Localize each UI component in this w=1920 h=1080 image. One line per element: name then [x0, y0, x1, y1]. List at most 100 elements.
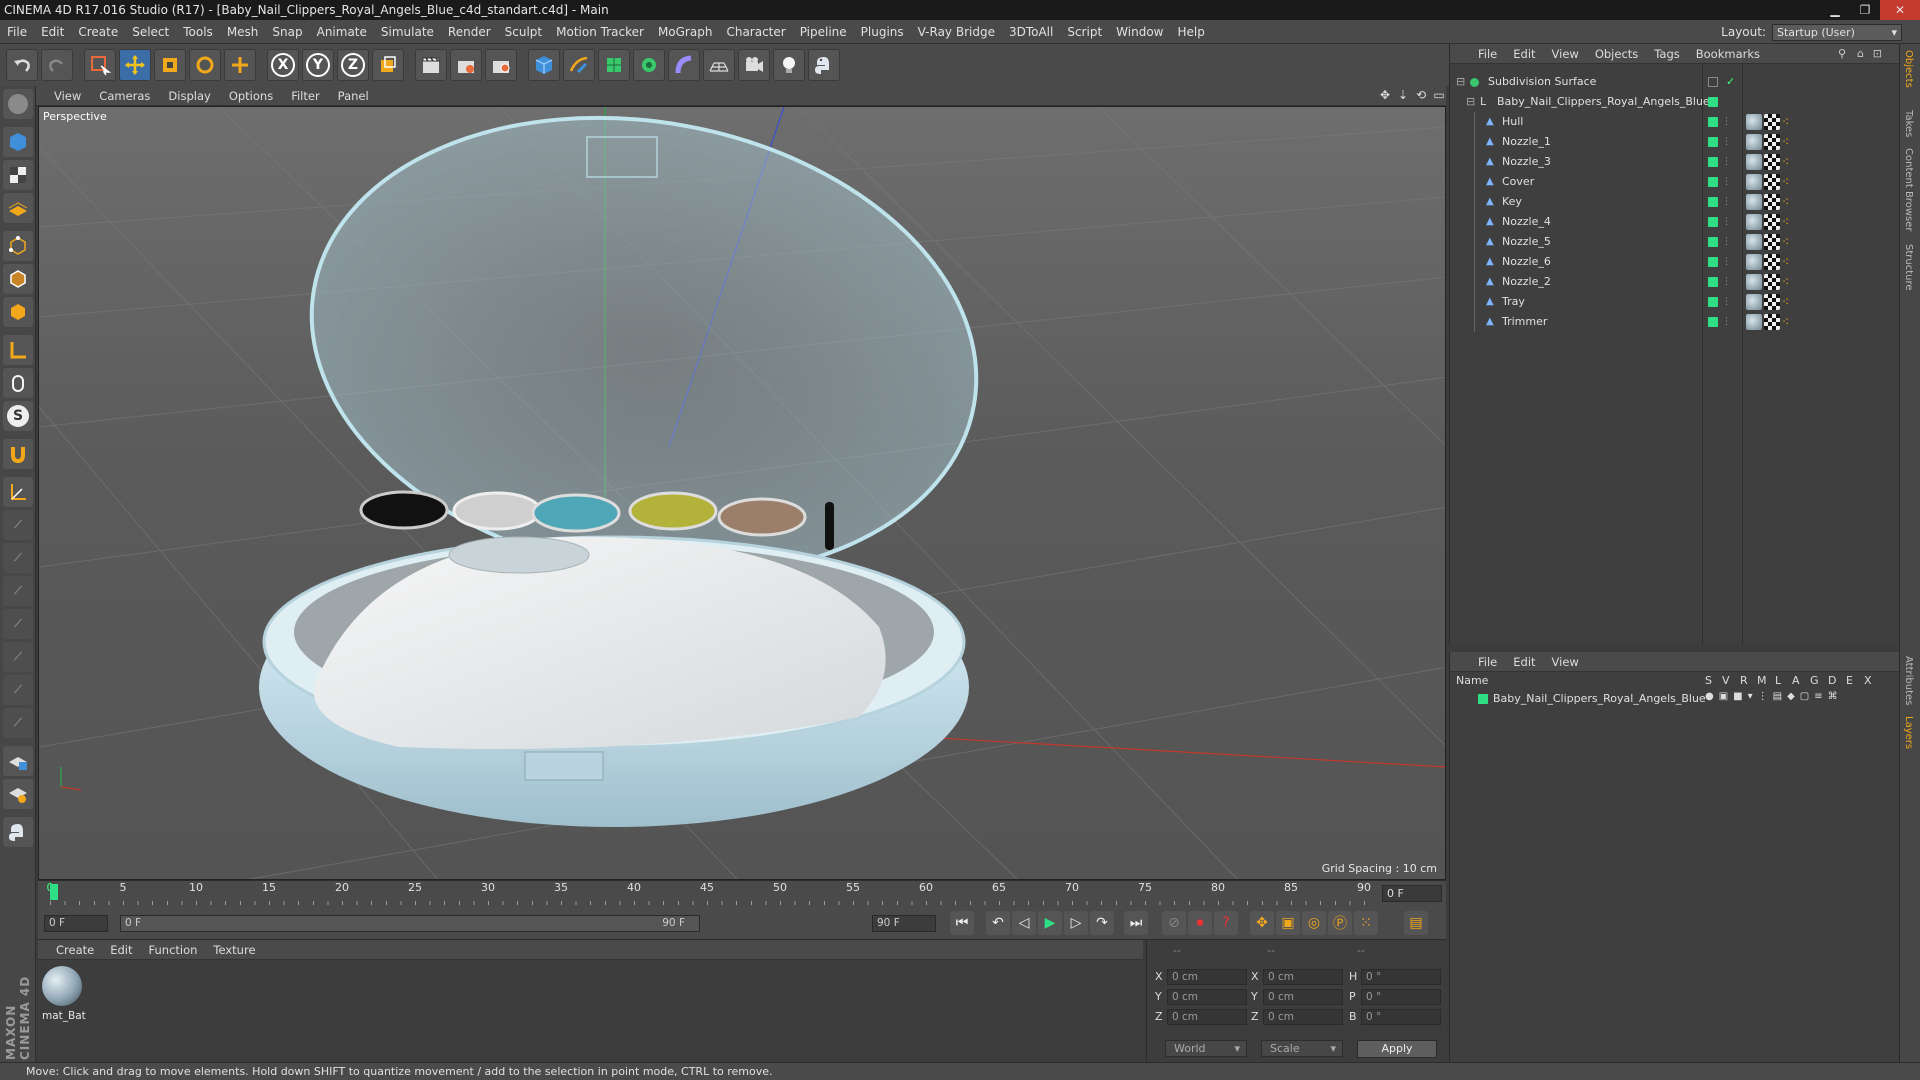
dots-icon[interactable]: ⋮	[1722, 272, 1731, 292]
phong-tag-icon[interactable]: ⁖	[1782, 312, 1789, 332]
floor-button[interactable]	[703, 49, 735, 81]
menu-vray-bridge[interactable]: V-Ray Bridge	[911, 25, 1002, 39]
object-menu-objects[interactable]: Objects	[1587, 47, 1646, 61]
menu-pipeline[interactable]: Pipeline	[793, 25, 854, 39]
material-menu-texture[interactable]: Texture	[205, 943, 263, 957]
axis-lock-button[interactable]	[3, 477, 33, 507]
record-button[interactable]: ⏺	[1188, 911, 1212, 935]
uvw-tag-icon[interactable]	[1764, 274, 1780, 290]
maximize-view-icon[interactable]: ▭	[1432, 88, 1446, 102]
dots-icon[interactable]: ⋮	[1722, 292, 1731, 312]
axis-mode-button[interactable]	[3, 335, 33, 365]
uvw-tag-icon[interactable]	[1764, 174, 1780, 190]
z-axis-button[interactable]: Z	[337, 49, 369, 81]
visibility-square[interactable]	[1708, 97, 1718, 107]
uvw-tag-icon[interactable]	[1764, 114, 1780, 130]
menu-plugins[interactable]: Plugins	[854, 25, 911, 39]
search-icon[interactable]: ⚲	[1838, 47, 1846, 60]
material-menu-function[interactable]: Function	[141, 943, 206, 957]
tab-layers[interactable]: Layers	[1903, 716, 1914, 749]
visibility-square[interactable]	[1708, 177, 1718, 187]
object-row[interactable]: ▲ Nozzle_2 ⋮ ⁖	[1450, 272, 1900, 292]
object-row-subdivision[interactable]: ⊟ Subdivision Surface ✓	[1450, 72, 1900, 92]
phong-tag-icon[interactable]: ⁖	[1782, 232, 1789, 252]
timeline-window-button[interactable]: ▤	[1404, 911, 1428, 935]
workplane-lock-button[interactable]	[3, 779, 33, 809]
visibility-square[interactable]	[1708, 317, 1718, 327]
layer-row[interactable]: Baby_Nail_Clippers_Royal_Angels_Blue ●▣■…	[1450, 690, 1900, 708]
object-row[interactable]: ▲ Nozzle_1 ⋮ ⁖	[1450, 132, 1900, 152]
size-x-field[interactable]: 0 cm	[1263, 969, 1343, 985]
viewport-menu-cameras[interactable]: Cameras	[90, 89, 159, 103]
phong-tag-icon[interactable]: ⁖	[1782, 172, 1789, 192]
menu-render[interactable]: Render	[441, 25, 498, 39]
pos-y-field[interactable]: 0 cm	[1167, 989, 1247, 1005]
tab-objects[interactable]: Objects	[1903, 50, 1914, 88]
magnet-button[interactable]	[3, 439, 33, 469]
layer-flag-icons[interactable]: ●▣■▾⋮▤◆▢≡⌘	[1705, 691, 1843, 702]
recent-tool-button[interactable]	[224, 49, 256, 81]
size-z-field[interactable]: 0 cm	[1263, 1009, 1343, 1025]
y-axis-button[interactable]: Y	[302, 49, 334, 81]
new-window-icon[interactable]: ⊡	[1873, 47, 1882, 60]
object-row[interactable]: ▲ Nozzle_3 ⋮ ⁖	[1450, 152, 1900, 172]
cloner-button[interactable]	[633, 49, 665, 81]
material-tag-icon[interactable]	[1746, 214, 1762, 230]
prev-frame-button[interactable]: ◁	[1012, 911, 1036, 935]
phong-tag-icon[interactable]: ⁖	[1782, 292, 1789, 312]
menu-simulate[interactable]: Simulate	[374, 25, 441, 39]
dots-icon[interactable]: ⋮	[1722, 172, 1731, 192]
checkmark-icon[interactable]: ✓	[1726, 72, 1735, 92]
phong-tag-icon[interactable]: ⁖	[1782, 152, 1789, 172]
next-frame-button[interactable]: ▷	[1064, 911, 1088, 935]
model-mode-button[interactable]	[3, 127, 33, 157]
menu-edit[interactable]: Edit	[34, 25, 71, 39]
phong-tag-icon[interactable]: ⁖	[1782, 212, 1789, 232]
menu-mesh[interactable]: Mesh	[220, 25, 266, 39]
menu-window[interactable]: Window	[1109, 25, 1170, 39]
snap-button[interactable]: S	[3, 401, 33, 431]
object-menu-file[interactable]: File	[1470, 47, 1505, 61]
render-settings-button[interactable]	[485, 49, 517, 81]
tweak-mode-button[interactable]	[3, 368, 33, 398]
viewport-menu-filter[interactable]: Filter	[282, 89, 328, 103]
go-to-start-button[interactable]: ⏮	[950, 911, 974, 935]
phong-tag-icon[interactable]: ⁖	[1782, 112, 1789, 132]
object-row[interactable]: ▲ Trimmer ⋮ ⁖	[1450, 312, 1900, 332]
uvw-tag-icon[interactable]	[1764, 154, 1780, 170]
brush-tool-5[interactable]: ⟋	[3, 642, 33, 672]
viewport-menu-view[interactable]: View	[36, 89, 90, 103]
cube-object-button[interactable]	[528, 49, 560, 81]
material-tag-icon[interactable]	[1746, 134, 1762, 150]
uvw-tag-icon[interactable]	[1764, 254, 1780, 270]
object-menu-tags[interactable]: Tags	[1646, 47, 1687, 61]
rotate-tool-button[interactable]	[189, 49, 221, 81]
polygons-mode-button[interactable]	[3, 297, 33, 327]
layer-color-square[interactable]	[1478, 694, 1488, 704]
texture-mode-button[interactable]	[3, 160, 33, 190]
size-y-field[interactable]: 0 cm	[1263, 989, 1343, 1005]
material-tag-icon[interactable]	[1746, 254, 1762, 270]
brush-tool-7[interactable]: ⟋	[3, 708, 33, 738]
uvw-tag-icon[interactable]	[1764, 194, 1780, 210]
maximize-button[interactable]: ❐	[1850, 0, 1880, 20]
menu-file[interactable]: File	[0, 25, 34, 39]
edges-mode-button[interactable]	[3, 264, 33, 294]
dots-icon[interactable]: ⋮	[1722, 232, 1731, 252]
tab-content-browser[interactable]: Content Browser	[1903, 148, 1914, 231]
key-scale-button[interactable]: ▣	[1276, 911, 1300, 935]
pos-x-field[interactable]: 0 cm	[1167, 969, 1247, 985]
brush-tool-2[interactable]: ⟋	[3, 543, 33, 573]
collapse-icon[interactable]: ⊟	[1466, 92, 1475, 112]
visibility-square[interactable]	[1708, 237, 1718, 247]
brush-tool-3[interactable]: ⟋	[3, 576, 33, 606]
tab-takes[interactable]: Takes	[1903, 110, 1914, 137]
render-view-button[interactable]	[415, 49, 447, 81]
uvw-tag-icon[interactable]	[1764, 314, 1780, 330]
material-tag-icon[interactable]	[1746, 174, 1762, 190]
python-button[interactable]	[808, 49, 840, 81]
light-button[interactable]	[773, 49, 805, 81]
phong-tag-icon[interactable]: ⁖	[1782, 272, 1789, 292]
motion-record-button[interactable]: ⊘	[1162, 911, 1186, 935]
apply-button[interactable]: Apply	[1357, 1040, 1437, 1058]
